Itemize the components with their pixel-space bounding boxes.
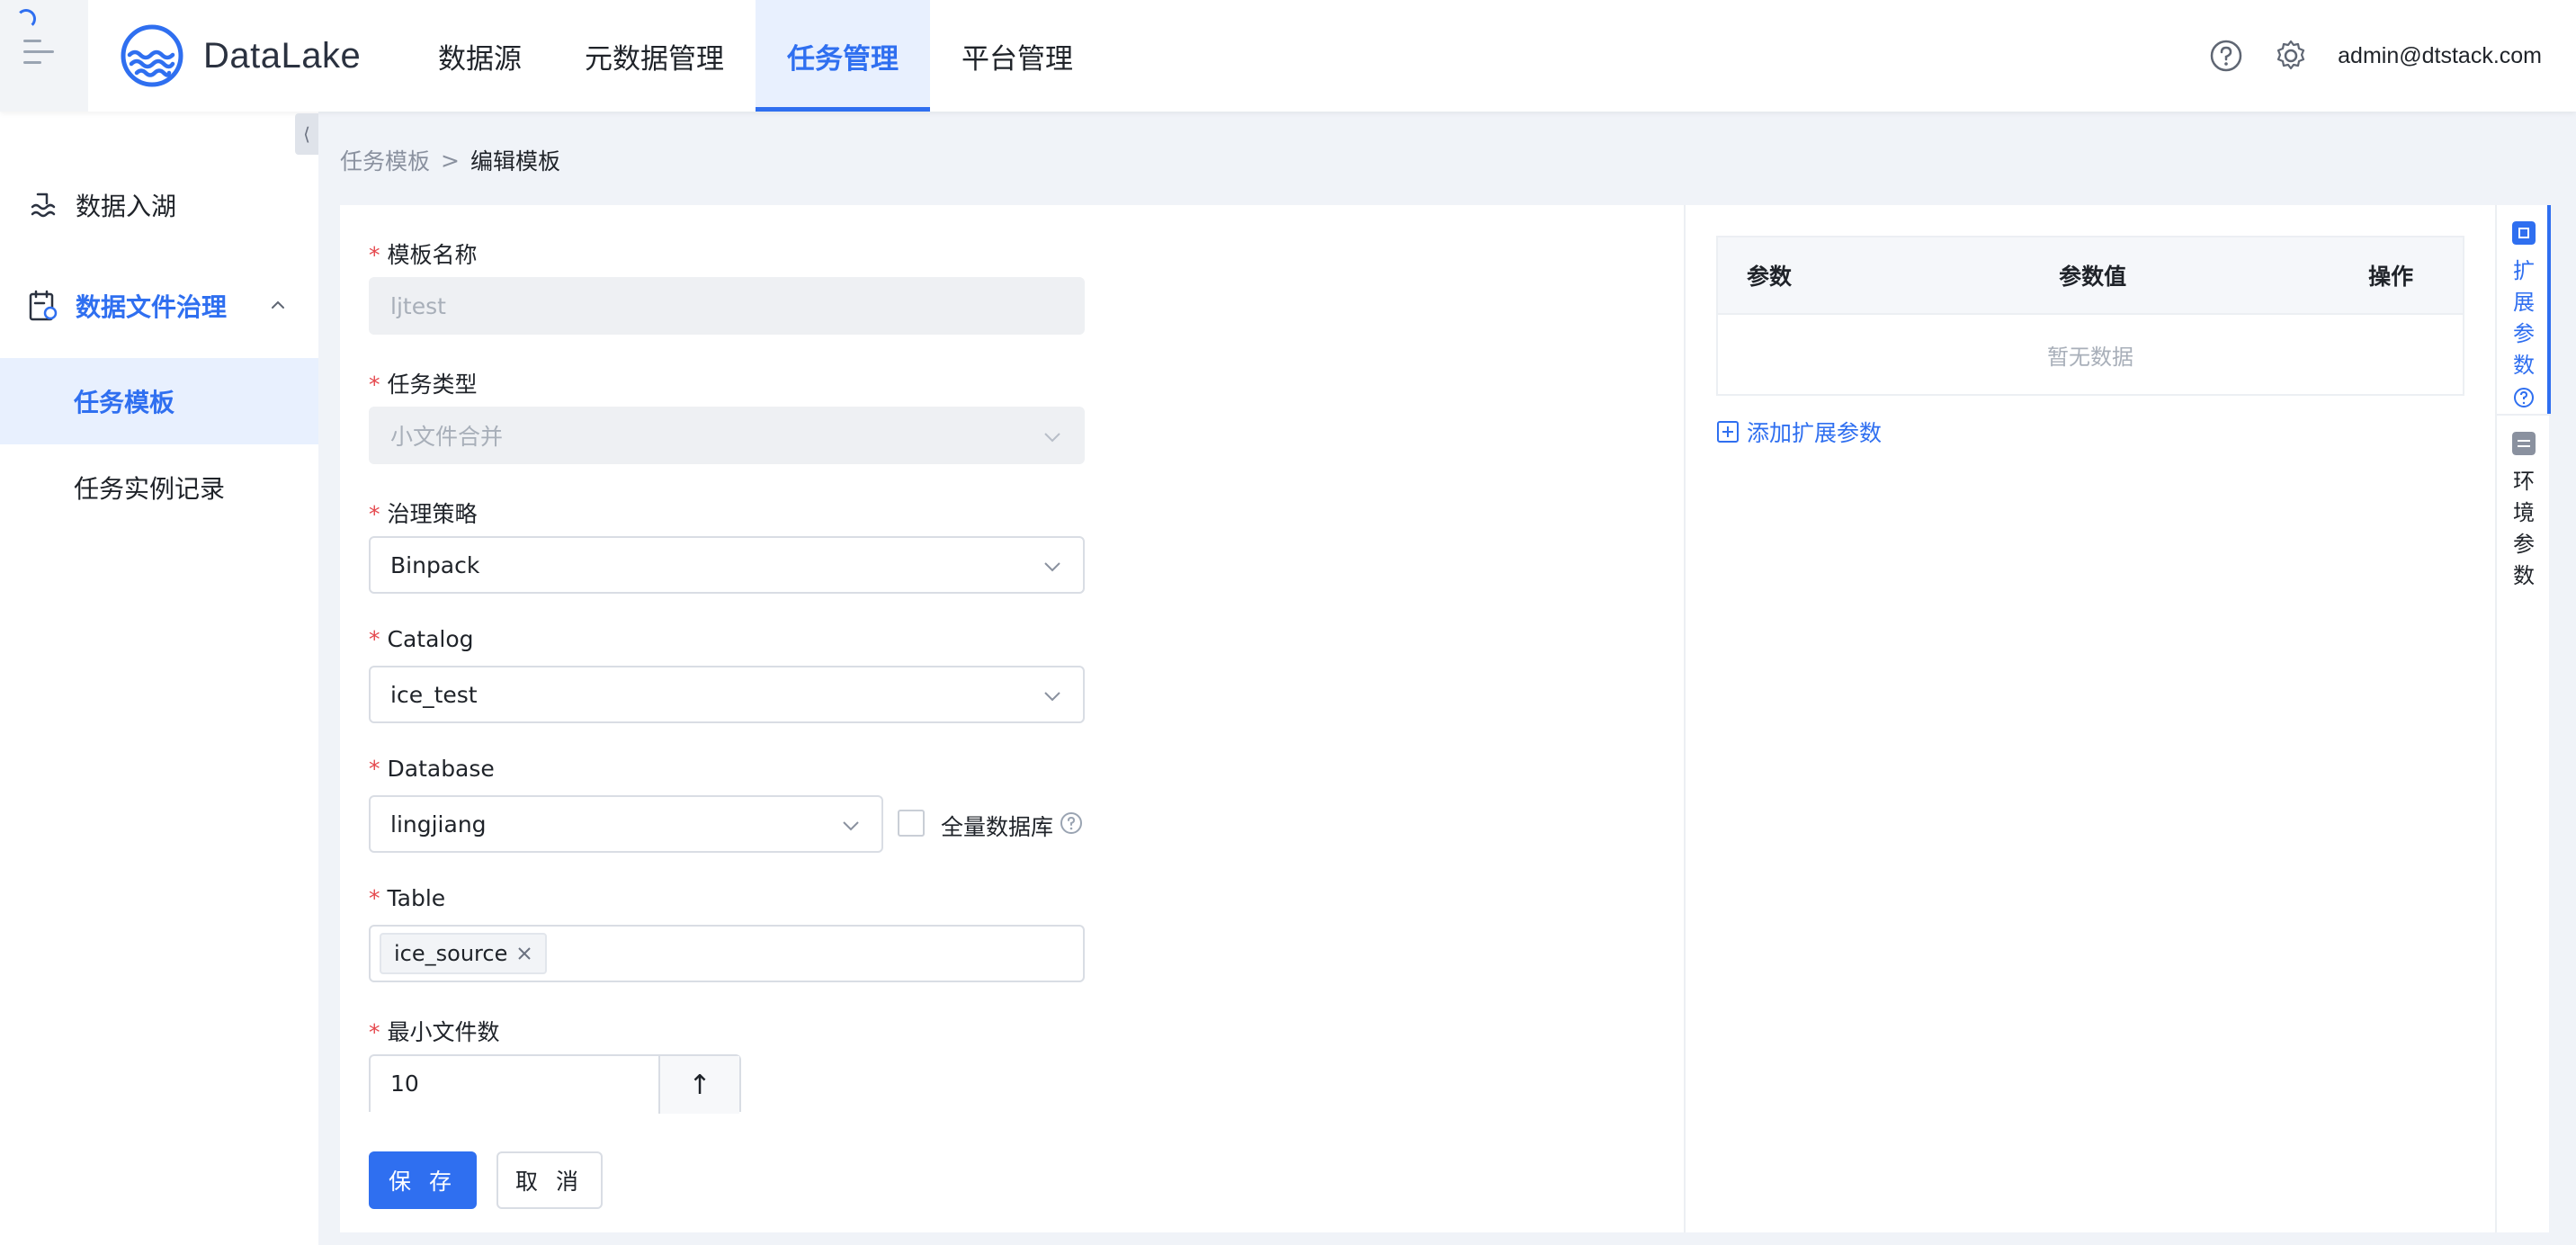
min-files-input[interactable]: 10 ↑ (369, 1054, 741, 1114)
chevron-up-icon (272, 300, 284, 309)
edit-template-card: * 模板名称 ljtest * 任务类型 小文件合并 * 治理策略 Binpack *… (340, 205, 2495, 1232)
all-database-label: 全量数据库 (941, 814, 1054, 840)
nav-item-platform[interactable]: 平台管理 (930, 0, 1105, 112)
database-select[interactable]: lingjiang (369, 795, 883, 853)
table-tag: ice_source (380, 933, 548, 974)
strategy-select[interactable]: Binpack (369, 536, 1085, 594)
empty-state: 暂无数据 (2047, 344, 2133, 370)
column-header-value: 参数值 (2059, 264, 2127, 290)
params-table: 参数 参数值 操作 暂无数据 (1716, 236, 2464, 396)
breadcrumb: 任务模板 > 编辑模板 (340, 144, 560, 176)
sidebar-item-label: 任务实例记录 (74, 474, 226, 504)
app-logo[interactable]: DataLake (119, 22, 361, 90)
brand-name: DataLake (203, 35, 362, 76)
column-header-action: 操作 (2368, 264, 2414, 290)
sidebar-item-label: 任务模板 (74, 388, 175, 417)
extension-params-panel: 参数 参数值 操作 暂无数据 添加扩展参数 (1716, 236, 2464, 448)
chevron-down-icon (1044, 562, 1060, 572)
params-table-header: 参数 参数值 操作 (1718, 237, 2463, 315)
nav-item-datasource[interactable]: 数据源 (407, 0, 553, 112)
right-side-tabs: 扩展参数 环境参数 (2495, 205, 2551, 1232)
cancel-button[interactable]: 取 消 (496, 1151, 603, 1209)
all-database-checkbox[interactable] (898, 810, 925, 837)
close-icon[interactable] (516, 945, 532, 962)
command-icon (2512, 221, 2536, 245)
sidebar-item-task-template[interactable]: 任务模板 (0, 358, 318, 444)
column-header-param: 参数 (1747, 264, 1793, 290)
save-button[interactable]: 保 存 (369, 1151, 477, 1209)
nav-item-task-management[interactable]: 任务管理 (756, 0, 930, 112)
breadcrumb-parent[interactable]: 任务模板 (340, 144, 430, 176)
hamburger-icon (23, 40, 54, 72)
strategy-label: * 治理策略 (369, 501, 478, 527)
table-multiselect[interactable]: ice_source (369, 925, 1085, 982)
sidebar-item-label: 数据入湖 (76, 192, 177, 221)
question-circle-icon[interactable] (1060, 811, 1083, 835)
help-icon[interactable] (2208, 38, 2244, 74)
main-nav: 数据源 元数据管理 任务管理 平台管理 (407, 0, 1105, 112)
settings-gear-icon[interactable] (2273, 38, 2309, 74)
header-actions: admin@dtstack.com (2208, 0, 2542, 112)
template-form: * 模板名称 ljtest * 任务类型 小文件合并 * 治理策略 Binpack *… (340, 205, 1686, 1232)
menu-toggle-button[interactable] (0, 0, 88, 112)
sidebar-group-file-governance[interactable]: 数据文件治理 (0, 263, 318, 349)
user-account[interactable]: admin@dtstack.com (2338, 43, 2542, 69)
table-label: * Table (369, 885, 446, 911)
plus-square-icon (1717, 421, 1739, 443)
task-type-select: 小文件合并 (369, 407, 1085, 464)
question-circle-icon[interactable] (2513, 387, 2535, 408)
file-governance-icon (29, 290, 58, 321)
increment-up-button[interactable]: ↑ (658, 1056, 739, 1114)
loading-spinner-icon (16, 9, 36, 29)
sidebar: 数据入湖 数据文件治理 任务模板 任务实例记录 (0, 112, 318, 1245)
breadcrumb-current: 编辑模板 (470, 148, 560, 175)
chevron-down-icon (843, 821, 859, 831)
tab-environment-params[interactable]: 环境参数 (2497, 414, 2551, 594)
sidebar-item-task-instances[interactable]: 任务实例记录 (0, 444, 318, 531)
task-type-label: * 任务类型 (369, 372, 478, 398)
top-bar: DataLake 数据源 元数据管理 任务管理 平台管理 admin@dtsta… (0, 0, 2576, 112)
add-extension-param-link[interactable]: 添加扩展参数 (1716, 416, 2464, 448)
breadcrumb-separator: > (441, 147, 460, 174)
chevron-down-icon (1044, 692, 1060, 702)
catalog-select[interactable]: ice_test (369, 666, 1085, 723)
env-params-icon (2512, 432, 2536, 455)
sidebar-item-data-ingest[interactable]: 数据入湖 (0, 162, 318, 248)
lake-ingest-icon (31, 193, 56, 218)
datalake-logo-icon (121, 24, 183, 87)
tab-extension-params[interactable]: 扩展参数 (2497, 205, 2551, 414)
template-name-input: ljtest (369, 277, 1085, 335)
chevron-down-icon (1044, 433, 1060, 443)
database-label: * Database (369, 756, 495, 782)
sidebar-item-label: 数据文件治理 (76, 292, 228, 322)
sidebar-collapse-handle[interactable]: ⟨ (295, 113, 318, 155)
catalog-label: * Catalog (369, 626, 474, 652)
nav-item-metadata[interactable]: 元数据管理 (553, 0, 756, 112)
min-files-label: * 最小文件数 (369, 1019, 500, 1045)
template-name-label: * 模板名称 (369, 242, 478, 268)
